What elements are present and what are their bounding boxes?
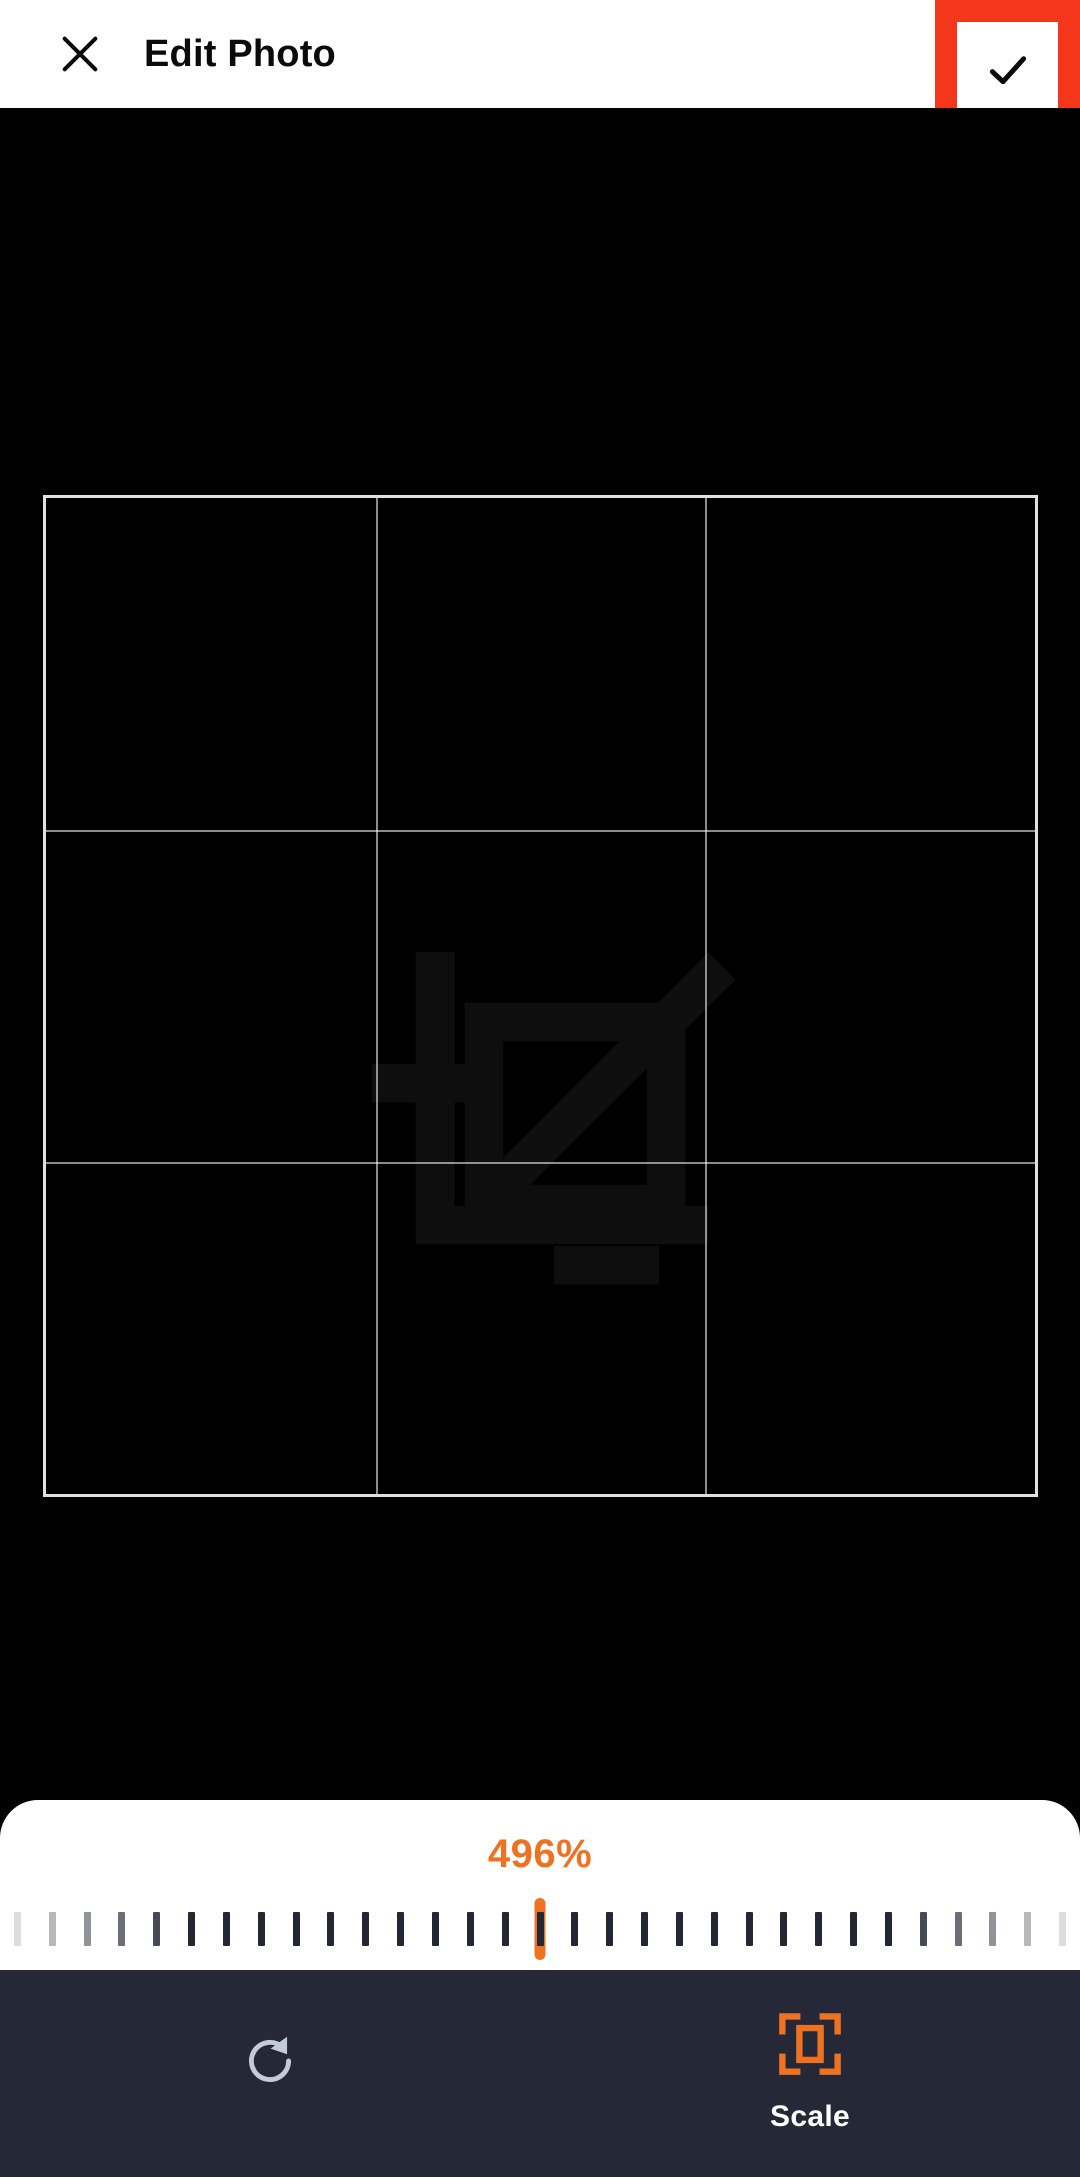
ruler-tick (884, 1912, 892, 1946)
ruler-tick (48, 1912, 56, 1946)
zoom-value-label: 496% (487, 1832, 593, 1876)
ruler-tick (919, 1912, 927, 1946)
ruler-tick (1059, 1912, 1067, 1946)
ruler-tick (815, 1912, 823, 1946)
ruler-tick (536, 1912, 544, 1946)
ruler-tick (1024, 1912, 1032, 1946)
grid-line-horizontal-1 (46, 829, 1035, 832)
grid-line-vertical-2 (705, 498, 708, 1494)
ruler-tick (397, 1912, 405, 1946)
editor-toolbar: Scale (0, 1970, 1080, 2177)
ruler-tick (850, 1912, 858, 1946)
app-header: Edit Photo (0, 0, 1080, 145)
ruler-tick (292, 1912, 300, 1946)
grid-line-horizontal-2 (46, 1161, 1035, 1164)
ruler-tick (989, 1912, 997, 1946)
tool-rotate[interactable] (0, 1970, 540, 2177)
tool-scale-label: Scale (770, 2099, 850, 2133)
ruler-tick (501, 1912, 509, 1946)
ruler-tick (954, 1912, 962, 1946)
ruler-tick (327, 1912, 335, 1946)
ruler-tick (675, 1912, 683, 1946)
rotate-clockwise-icon (239, 2015, 301, 2107)
ruler-tick (118, 1912, 126, 1946)
zoom-ruler-slider[interactable] (0, 1898, 1080, 1960)
checkmark-icon (983, 45, 1033, 100)
ruler-tick (780, 1912, 788, 1946)
crop-frame[interactable] (43, 495, 1038, 1497)
photo-canvas[interactable] (0, 108, 1080, 1800)
ruler-tick (710, 1912, 718, 1946)
ruler-tick (641, 1912, 649, 1946)
zoom-slider-sheet: 496% (0, 1800, 1080, 1970)
ruler-tick (362, 1912, 370, 1946)
ruler-tick (188, 1912, 196, 1946)
ruler-tick (83, 1912, 91, 1946)
scale-icon (776, 1998, 844, 2090)
tool-scale[interactable]: Scale (540, 1970, 1080, 2177)
close-button[interactable] (24, 0, 136, 108)
ruler-tick (222, 1912, 230, 1946)
ruler-tick (466, 1912, 474, 1946)
ruler-tick (153, 1912, 161, 1946)
page-title: Edit Photo (144, 33, 336, 75)
ruler-tick (745, 1912, 753, 1946)
ruler-tick (431, 1912, 439, 1946)
close-x-icon (57, 31, 103, 77)
grid-line-vertical-1 (375, 498, 378, 1494)
ruler-tick (606, 1912, 614, 1946)
ruler-tick (257, 1912, 265, 1946)
ruler-tick (571, 1912, 579, 1946)
ruler-tick (13, 1912, 21, 1946)
